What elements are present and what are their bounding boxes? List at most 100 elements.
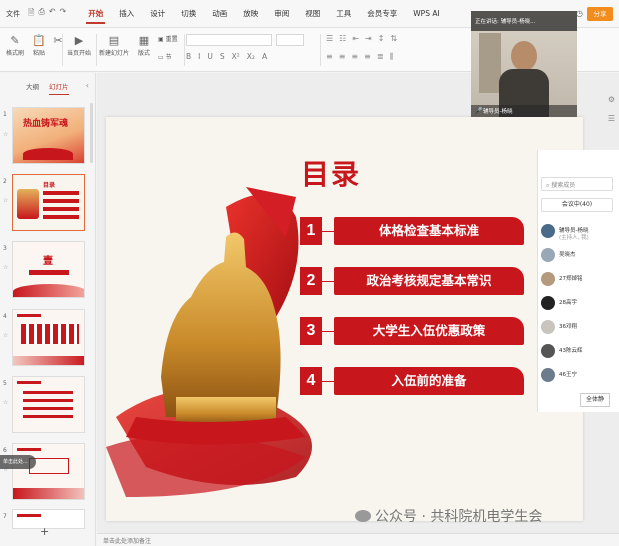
- tab-transition[interactable]: 切换: [173, 0, 204, 28]
- undo-icon[interactable]: ↶: [49, 7, 56, 21]
- properties-icon[interactable]: ⚙: [608, 95, 615, 104]
- ribbon-tabs: 开始 插入 设计 切换 动画 放映 审阅 视图 工具 会员专享 WPS AI: [80, 0, 447, 28]
- notes-bar[interactable]: 单击此处添加备注: [97, 533, 619, 546]
- align-center-icon[interactable]: ≡: [339, 52, 346, 62]
- panel-scrollbar[interactable]: [90, 103, 93, 163]
- tab-design[interactable]: 设计: [142, 0, 173, 28]
- share-button[interactable]: 分享: [587, 7, 613, 21]
- member-item[interactable]: 43陈云辉: [541, 342, 619, 362]
- layout-button[interactable]: ▦ 版式: [134, 34, 154, 57]
- bold-icon[interactable]: B: [186, 52, 191, 61]
- line-spacing-icon[interactable]: ↕: [378, 34, 385, 43]
- format-painter-button[interactable]: ✎ 格式刷: [4, 34, 26, 57]
- video-shelf: [479, 33, 501, 93]
- menu-file[interactable]: 文件: [6, 9, 20, 19]
- tab-home[interactable]: 开始: [80, 0, 111, 28]
- member-item[interactable]: 36邓翔: [541, 318, 619, 338]
- member-name: 36邓翔: [559, 324, 577, 330]
- mute-all-button[interactable]: 全体静: [580, 393, 610, 407]
- tab-outline[interactable]: 大纲: [26, 81, 39, 95]
- add-slide-button[interactable]: +: [40, 525, 49, 538]
- thumb-line: [23, 399, 73, 402]
- save-icon[interactable]: 🗎: [28, 7, 34, 21]
- floating-hint[interactable]: 单击此处...: [0, 455, 36, 469]
- section-button[interactable]: ▭ 节: [158, 52, 182, 61]
- tab-slides[interactable]: 幻灯片: [49, 81, 69, 95]
- thumb-line: [23, 407, 73, 410]
- tab-review[interactable]: 审阅: [266, 0, 297, 28]
- tab-tools[interactable]: 工具: [328, 0, 359, 28]
- thumb-line: [23, 415, 73, 418]
- member-name: 43陈云辉: [559, 348, 583, 354]
- settings-icon[interactable]: ☰: [608, 114, 615, 123]
- star-icon: ☆: [3, 399, 9, 406]
- tab-slideshow[interactable]: 放映: [235, 0, 266, 28]
- thumb-bar: [43, 215, 79, 219]
- italic-icon[interactable]: I: [198, 52, 200, 61]
- slide-thumbnail-1[interactable]: 热血铸军魂: [12, 107, 85, 164]
- member-search-input[interactable]: ⌕ 搜索成员: [541, 177, 613, 191]
- in-meeting-button[interactable]: 会议中(40): [541, 198, 613, 212]
- member-item[interactable]: 28高宇: [541, 294, 619, 314]
- text-direction-icon[interactable]: ⇅: [390, 34, 397, 43]
- slide-thumbnail-5[interactable]: [12, 376, 85, 433]
- bullet-list-icon[interactable]: ☰: [326, 34, 333, 43]
- slide-number: 3: [3, 245, 7, 252]
- slides-panel: 大纲 幻灯片 ‹ 1 ☆ 热血铸军魂 2 ☆ 目录 3 ☆ 壹 4 ☆ 5 ☆ …: [0, 73, 96, 546]
- distribute-icon[interactable]: ≣: [377, 52, 384, 62]
- slide-thumbnail-3[interactable]: 壹: [12, 241, 85, 298]
- toc-number: 4: [300, 367, 322, 395]
- slide-number: 6: [3, 447, 7, 454]
- slide-title: 目录: [301, 158, 362, 191]
- subscript-icon[interactable]: X₂: [247, 52, 255, 61]
- separator: [96, 34, 97, 66]
- strikethrough-icon[interactable]: S: [220, 52, 225, 61]
- member-item[interactable]: 吴晓杰: [541, 246, 619, 266]
- columns-icon[interactable]: ⫼: [390, 52, 394, 62]
- print-icon[interactable]: ⎙: [38, 7, 44, 21]
- reset-button[interactable]: ▣ 重置: [158, 34, 182, 43]
- wechat-icon: [355, 510, 371, 522]
- numbered-list-icon[interactable]: ☷: [339, 34, 346, 43]
- meeting-members-panel: ⌕ 搜索成员 会议中(40) 辅导员-杨晓 (主持人, 我) 吴晓杰 27郑焯铭…: [537, 150, 619, 412]
- indent-decrease-icon[interactable]: ⇤: [352, 34, 359, 43]
- font-color-icon[interactable]: A: [262, 52, 267, 61]
- new-slide-button[interactable]: ▤ 新建幻灯片: [98, 34, 130, 57]
- right-toolbar: ⚙ ☰: [604, 95, 619, 155]
- tab-member[interactable]: 会员专享: [359, 0, 405, 28]
- panel-tabs: 大纲 幻灯片: [0, 81, 96, 95]
- align-right-icon[interactable]: ≡: [351, 52, 358, 62]
- tab-animation[interactable]: 动画: [204, 0, 235, 28]
- align-left-icon[interactable]: ≡: [326, 52, 333, 62]
- member-item[interactable]: 46王宁: [541, 366, 619, 386]
- history-icon[interactable]: ◷: [576, 9, 583, 18]
- slide-thumbnail-4[interactable]: [12, 309, 85, 366]
- member-name: 28高宇: [559, 300, 577, 306]
- tab-view[interactable]: 视图: [297, 0, 328, 28]
- paste-button[interactable]: 📋 粘贴: [28, 34, 50, 57]
- tab-wps-ai[interactable]: WPS AI: [405, 0, 447, 28]
- member-item[interactable]: 辅导员-杨晓 (主持人, 我): [541, 222, 619, 242]
- slide-canvas[interactable]: 目录 1 体格检查基本标准 2 政治考核规定基本常识 3 大学生入伍优惠政策 4…: [106, 117, 583, 521]
- underline-icon[interactable]: U: [207, 52, 213, 61]
- video-name-label: 辅导员-杨晓: [471, 105, 577, 117]
- collapse-panel-icon[interactable]: ‹: [86, 81, 89, 90]
- video-feed[interactable]: 正在讲话: 辅导员-杨晓... 辅导员-杨晓 🎤: [471, 11, 577, 117]
- slide-thumbnail-2[interactable]: 目录: [12, 174, 85, 231]
- thumb-title: 目录: [43, 182, 56, 189]
- font-family-select[interactable]: [186, 34, 272, 46]
- separator: [184, 34, 185, 66]
- justify-icon[interactable]: ≡: [364, 52, 371, 62]
- play-from-current-button[interactable]: ▶ 当页开始: [62, 34, 96, 57]
- toc-number: 1: [300, 217, 322, 245]
- play-icon: ▶: [74, 34, 84, 47]
- avatar: [541, 224, 555, 238]
- member-item[interactable]: 27郑焯铭: [541, 270, 619, 290]
- font-size-select[interactable]: [276, 34, 304, 46]
- superscript-icon[interactable]: X²: [232, 52, 240, 61]
- redo-icon[interactable]: ↷: [60, 7, 67, 21]
- brush-icon: ✎: [10, 34, 20, 47]
- tab-insert[interactable]: 插入: [111, 0, 142, 28]
- slide-thumbnail-6[interactable]: [12, 443, 85, 500]
- indent-increase-icon[interactable]: ⇥: [365, 34, 372, 43]
